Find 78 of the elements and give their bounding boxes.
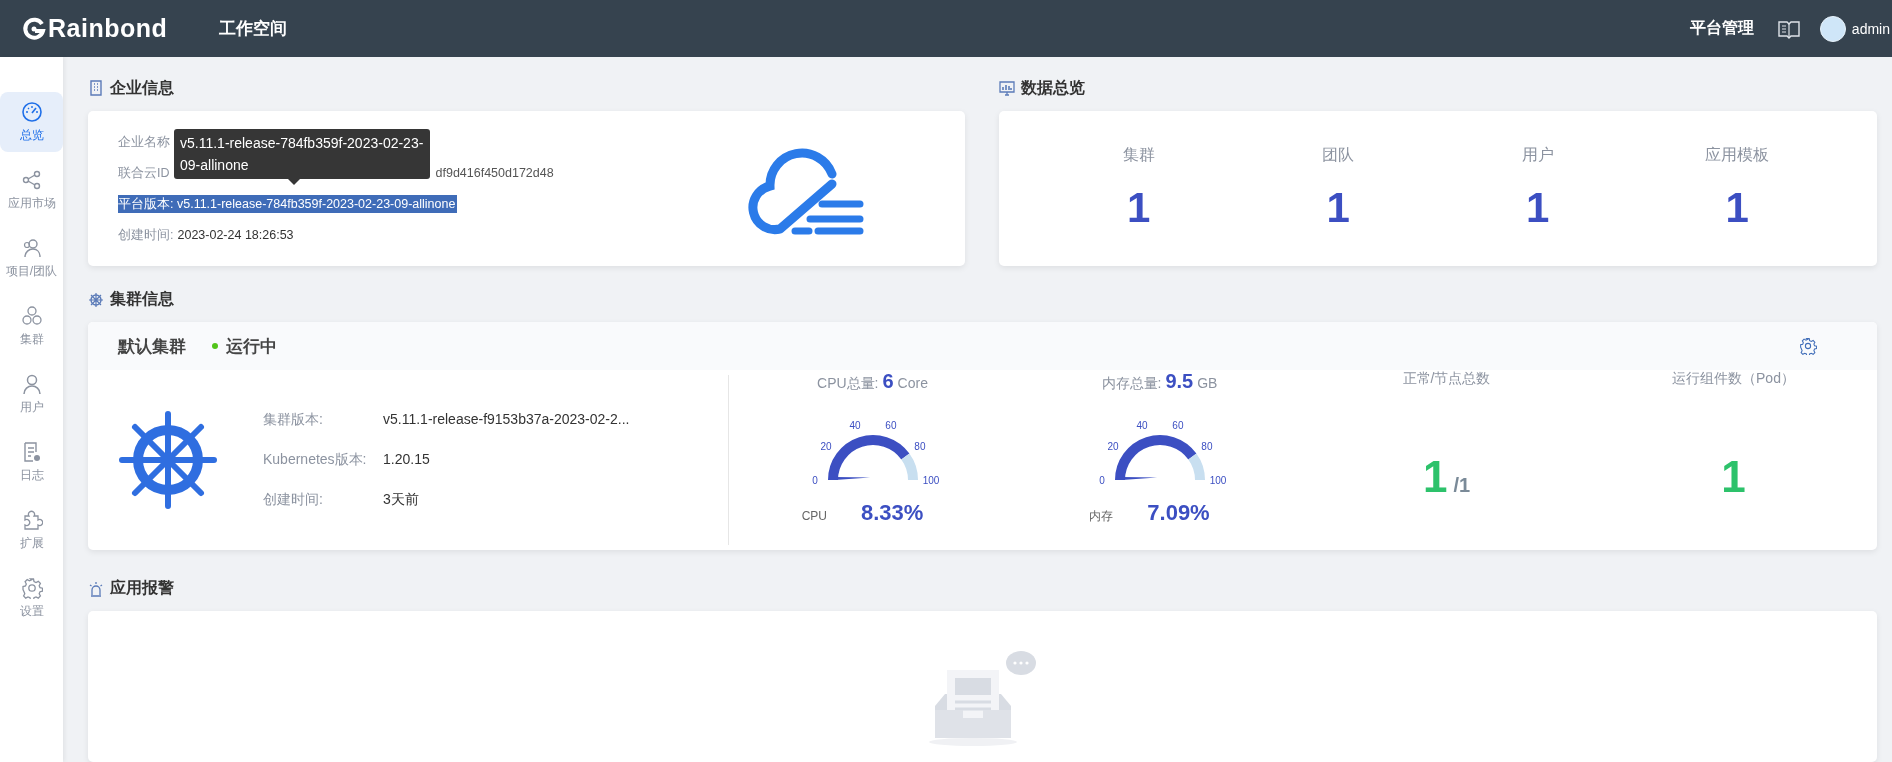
- helm-icon: [88, 291, 104, 308]
- info-value: v5.11.1-release-f9153b37a-2023-02-2...: [383, 411, 630, 429]
- cluster-icon: [20, 304, 43, 327]
- scale-label: 0: [1098, 475, 1105, 486]
- gauge-label: 内存: [1089, 508, 1114, 525]
- settings-icon: [20, 576, 43, 599]
- scale-label: 100: [922, 475, 939, 486]
- metric-label: 运行组件数（Pod）: [1672, 370, 1795, 388]
- workspace-link[interactable]: 工作空间: [219, 17, 288, 40]
- info-value: 3天前: [383, 491, 420, 509]
- info-label: 联合云ID: [118, 164, 170, 182]
- metric-label: CPU总量: 6 Core: [817, 370, 928, 394]
- alarm-light-icon: [88, 580, 104, 597]
- info-value: 2023-02-24 18:26:53: [177, 228, 294, 242]
- info-value: 1.20.15: [383, 451, 431, 469]
- stat-value: 1: [1725, 184, 1749, 232]
- stat-label: 集群: [1122, 145, 1155, 165]
- sidebar-item[interactable]: 用户: [0, 364, 63, 424]
- building-icon: [88, 80, 104, 96]
- section-title: 应用报警: [110, 578, 174, 598]
- brand-name[interactable]: Rainbond: [48, 14, 168, 43]
- metric-label: 内存总量: 9.5 GB: [1101, 370, 1218, 394]
- selected-text: 平台版本: v5.11.1-release-784fb359f-2023-02-23-09-allinone: [118, 195, 458, 213]
- gauge-percent: 7.09%: [1147, 500, 1210, 526]
- scale-label: 40: [1136, 419, 1148, 431]
- info-label: 企业名称: [118, 133, 170, 151]
- user-name[interactable]: admin: [1851, 20, 1890, 37]
- sidebar-item[interactable]: 设置: [0, 568, 63, 628]
- scale-label: 100: [1209, 475, 1226, 486]
- cluster-status: 运行中: [226, 335, 277, 358]
- user-avatar[interactable]: [1819, 15, 1846, 42]
- sidebar-item[interactable]: 应用市场: [0, 160, 63, 220]
- ship-wheel-icon: [118, 410, 218, 510]
- scale-label: 40: [849, 419, 861, 431]
- sidebar-item[interactable]: 扩展: [0, 500, 63, 560]
- tooltip: v5.11.1-release-784fb359f-2023-02-23-09-allinone: [174, 129, 430, 179]
- platform-admin-link[interactable]: 平台管理: [1689, 18, 1754, 39]
- gauge-percent: 8.33%: [860, 500, 924, 526]
- metric-total: /1: [1453, 474, 1471, 497]
- scale-label: 20: [1107, 440, 1119, 452]
- scale-label: 80: [1200, 440, 1212, 452]
- stat-value: 1: [1127, 184, 1151, 232]
- settings-icon: [1799, 337, 1817, 355]
- section-title: 集群信息: [110, 289, 174, 309]
- sidebar-item[interactable]: 总览: [0, 92, 63, 152]
- info-label: 创建时间:: [118, 226, 174, 244]
- stat-value: 1: [1526, 184, 1550, 232]
- stat-value: 1: [1326, 184, 1350, 232]
- gauge-label: CPU: [801, 509, 827, 523]
- sidebar-item[interactable]: 项目/团队: [0, 228, 63, 288]
- metric-value: 1: [1422, 452, 1448, 502]
- dashboard-icon: [20, 100, 43, 123]
- logo-icon: [22, 16, 46, 41]
- stat-label: 团队: [1322, 145, 1355, 165]
- scale-label: 20: [820, 440, 832, 452]
- tooltip-arrow: [288, 179, 300, 185]
- section-title: 企业信息: [110, 77, 174, 98]
- metric-value: 1: [1721, 452, 1746, 502]
- info-label: Kubernetes版本:: [263, 451, 368, 469]
- stat-label: 用户: [1521, 145, 1554, 165]
- sidebar-item[interactable]: 集群: [0, 296, 63, 356]
- metric-label: 正常/节点总数: [1402, 370, 1491, 388]
- user-icon: [20, 372, 43, 395]
- monitor-chart-icon: [999, 80, 1015, 96]
- scale-label: 60: [1171, 419, 1183, 431]
- status-dot: [212, 343, 218, 349]
- section-title: 数据总览: [1021, 77, 1085, 98]
- sidebar-item[interactable]: 日志: [0, 432, 63, 492]
- info-label: 集群版本:: [263, 411, 324, 429]
- book-icon[interactable]: [1777, 18, 1800, 39]
- share-icon: [20, 168, 43, 191]
- info-label: 创建时间:: [263, 491, 324, 509]
- stat-label: 应用模板: [1705, 145, 1770, 165]
- scale-label: 60: [884, 419, 896, 431]
- scale-label: 0: [811, 475, 818, 486]
- info-value: df9d416f450d172d48: [435, 166, 554, 180]
- scale-label: 80: [913, 440, 925, 452]
- cluster-name: 默认集群: [118, 335, 186, 358]
